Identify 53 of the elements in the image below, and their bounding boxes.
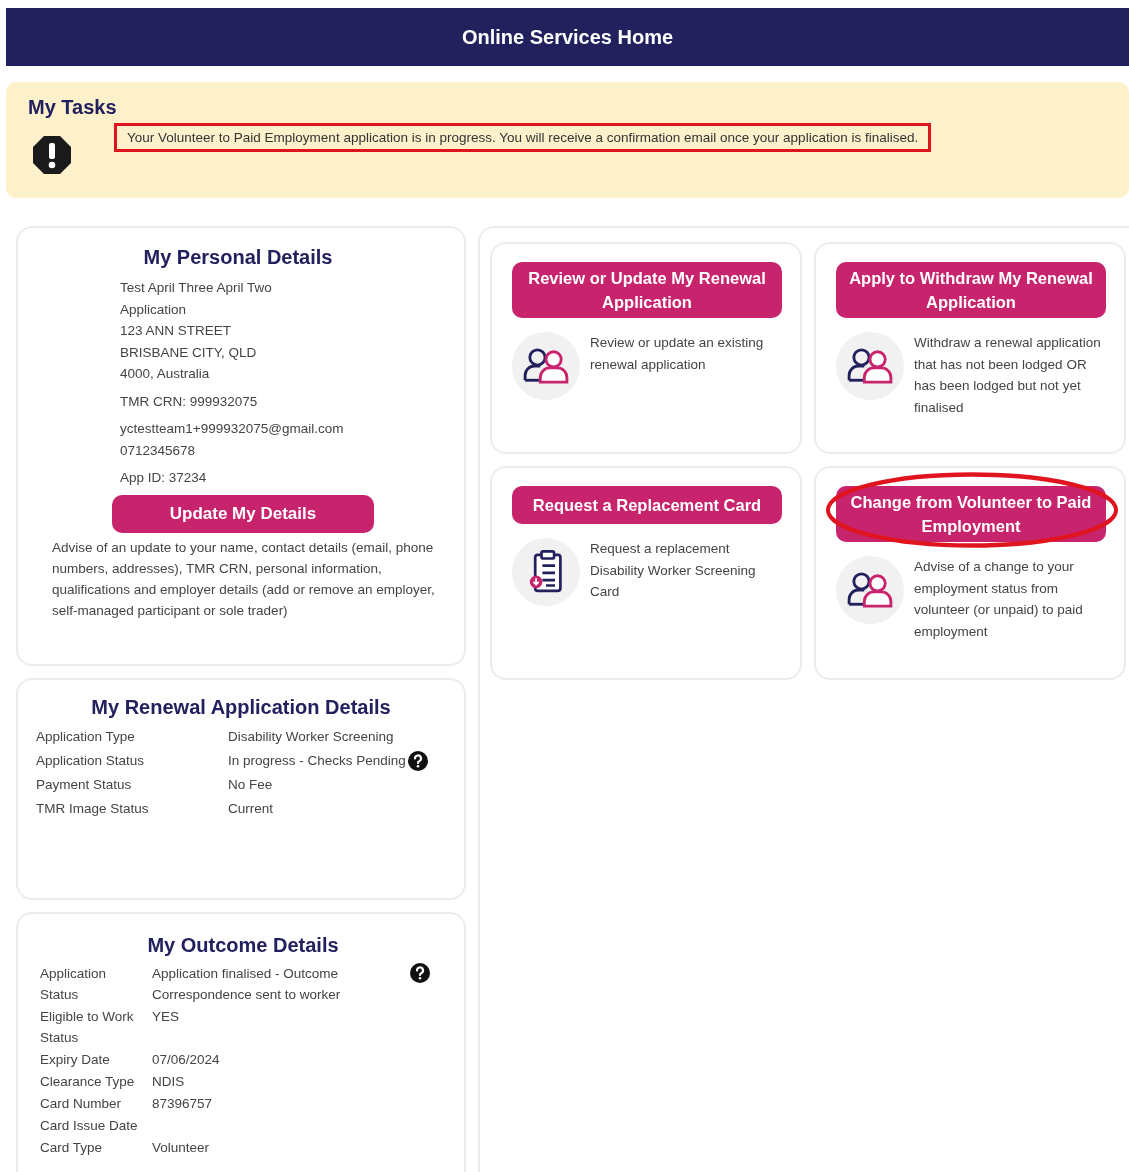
detail-line: 123 ANN STREET (120, 322, 233, 340)
page-title: Online Services Home (461, 25, 674, 49)
field-label: Card Type (40, 1139, 104, 1157)
field-label: Payment Status (36, 776, 133, 794)
field-value: Application finalised - Outcome Correspondence sent to worker (152, 966, 341, 1002)
field-value: 87396757 (152, 1096, 213, 1111)
service-button[interactable]: Request a Replacement Card (512, 486, 782, 524)
field-label: Application Status (40, 965, 108, 1004)
detail-line: Application (120, 300, 188, 319)
update-details-button[interactable]: Update My Details (112, 494, 374, 533)
alert-icon (32, 135, 72, 175)
card-title: My Renewal Application Details (90, 696, 392, 719)
field-value: In progress - Checks Pending (228, 752, 406, 770)
detail-line: Test April Three April Two (120, 279, 273, 297)
service-button[interactable]: Apply to Withdraw My Renewal Application (836, 262, 1106, 318)
tile-description: Review or update an existing renewal application (590, 334, 765, 374)
field-label: Eligible to Work Status (40, 1008, 135, 1047)
tile-description: Request a replacement Disability Worker Screening Card (590, 540, 757, 601)
card-title: My Outcome Details (146, 934, 340, 957)
detail-line: 4000, Australia (120, 365, 211, 383)
field-label: Application Status (36, 752, 146, 770)
field-label: TMR Image Status (36, 800, 150, 818)
clipboard-icon (528, 549, 564, 595)
field-value: No Fee (228, 776, 273, 794)
field-value: Current (228, 800, 273, 818)
service-button[interactable]: Change from Volunteer to Paid Employment (836, 486, 1106, 542)
people-icon (522, 347, 570, 385)
field-value: 07/06/2024 (152, 1052, 220, 1067)
task-message: Your Volunteer to Paid Employment application is in progress. You will receive a confirmation email once your application is finalised. (114, 123, 932, 152)
field-label: Application Type (36, 728, 136, 746)
help-icon[interactable] (410, 963, 430, 983)
detail-line: 0712345678 (120, 441, 197, 460)
detail-line: yctestteam1+999932075@gmail.com (120, 420, 345, 438)
detail-line: TMR CRN: 999932075 (120, 392, 259, 411)
people-icon (846, 347, 894, 385)
tasks-title: My Tasks (28, 96, 118, 119)
help-icon[interactable] (407, 751, 428, 771)
field-label: Clearance Type (40, 1073, 136, 1091)
description-text: Advise of an update to your name, contact details (email, phone numbers, addresses), TMR CRN, personal information, qualifications and employer details (add or remove an employer, self-managed participant or sole trader) (52, 538, 436, 621)
detail-line: BRISBANE CITY, QLD (120, 343, 258, 362)
field-value: Disability Worker Screening (228, 728, 394, 746)
card-title: My Personal Details (142, 246, 334, 269)
field-label: Card Issue Date (40, 1117, 139, 1135)
tile-description: Advise of a change to your employment status from volunteer (or unpaid) to paid employment (914, 558, 1084, 641)
service-button[interactable]: Review or Update My Renewal Application (512, 262, 782, 318)
people-icon (846, 571, 894, 609)
detail-line: App ID: 37234 (120, 469, 208, 487)
field-label: Card Number (40, 1095, 123, 1113)
field-value: YES (152, 1009, 179, 1024)
field-label: Expiry Date (40, 1051, 111, 1069)
tile-description: Withdraw a renewal application that has not been lodged OR has been lodged but not yet finalised (914, 334, 1102, 417)
field-value: Volunteer (152, 1140, 210, 1155)
field-value: NDIS (152, 1074, 185, 1089)
